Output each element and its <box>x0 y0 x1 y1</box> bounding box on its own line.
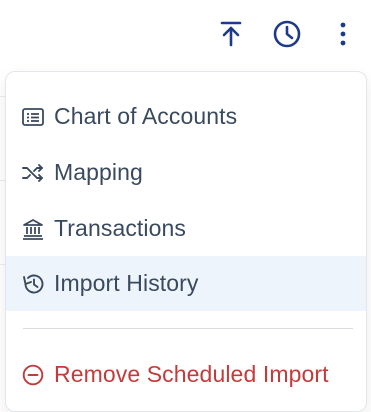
menu-item-chart-of-accounts[interactable]: Chart of Accounts <box>6 89 366 144</box>
menu-item-label: Import History <box>54 270 199 296</box>
upload-to-top-icon[interactable] <box>215 18 247 50</box>
history-icon <box>21 272 45 296</box>
menu-divider <box>23 328 353 329</box>
menu-item-remove-scheduled-import[interactable]: Remove Scheduled Import <box>6 347 366 402</box>
menu-item-label: Transactions <box>54 215 187 241</box>
menu-item-import-history[interactable]: Import History <box>6 256 366 311</box>
list-alt-icon <box>21 105 45 129</box>
menu-item-transactions[interactable]: Transactions <box>6 201 366 256</box>
menu-item-mapping[interactable]: Mapping <box>6 145 366 200</box>
actions-dropdown-menu: Chart of Accounts Mapping Transactions I… <box>5 71 367 412</box>
bank-icon <box>21 217 45 241</box>
menu-item-label: Remove Scheduled Import <box>54 361 329 387</box>
minus-circle-icon <box>21 363 45 387</box>
page: Chart of Accounts Mapping Transactions I… <box>0 0 371 412</box>
clock-icon[interactable] <box>271 18 303 50</box>
more-vertical-icon[interactable] <box>327 18 359 50</box>
menu-item-label: Mapping <box>54 159 143 185</box>
shuffle-icon <box>21 161 45 185</box>
menu-item-label: Chart of Accounts <box>54 103 238 129</box>
